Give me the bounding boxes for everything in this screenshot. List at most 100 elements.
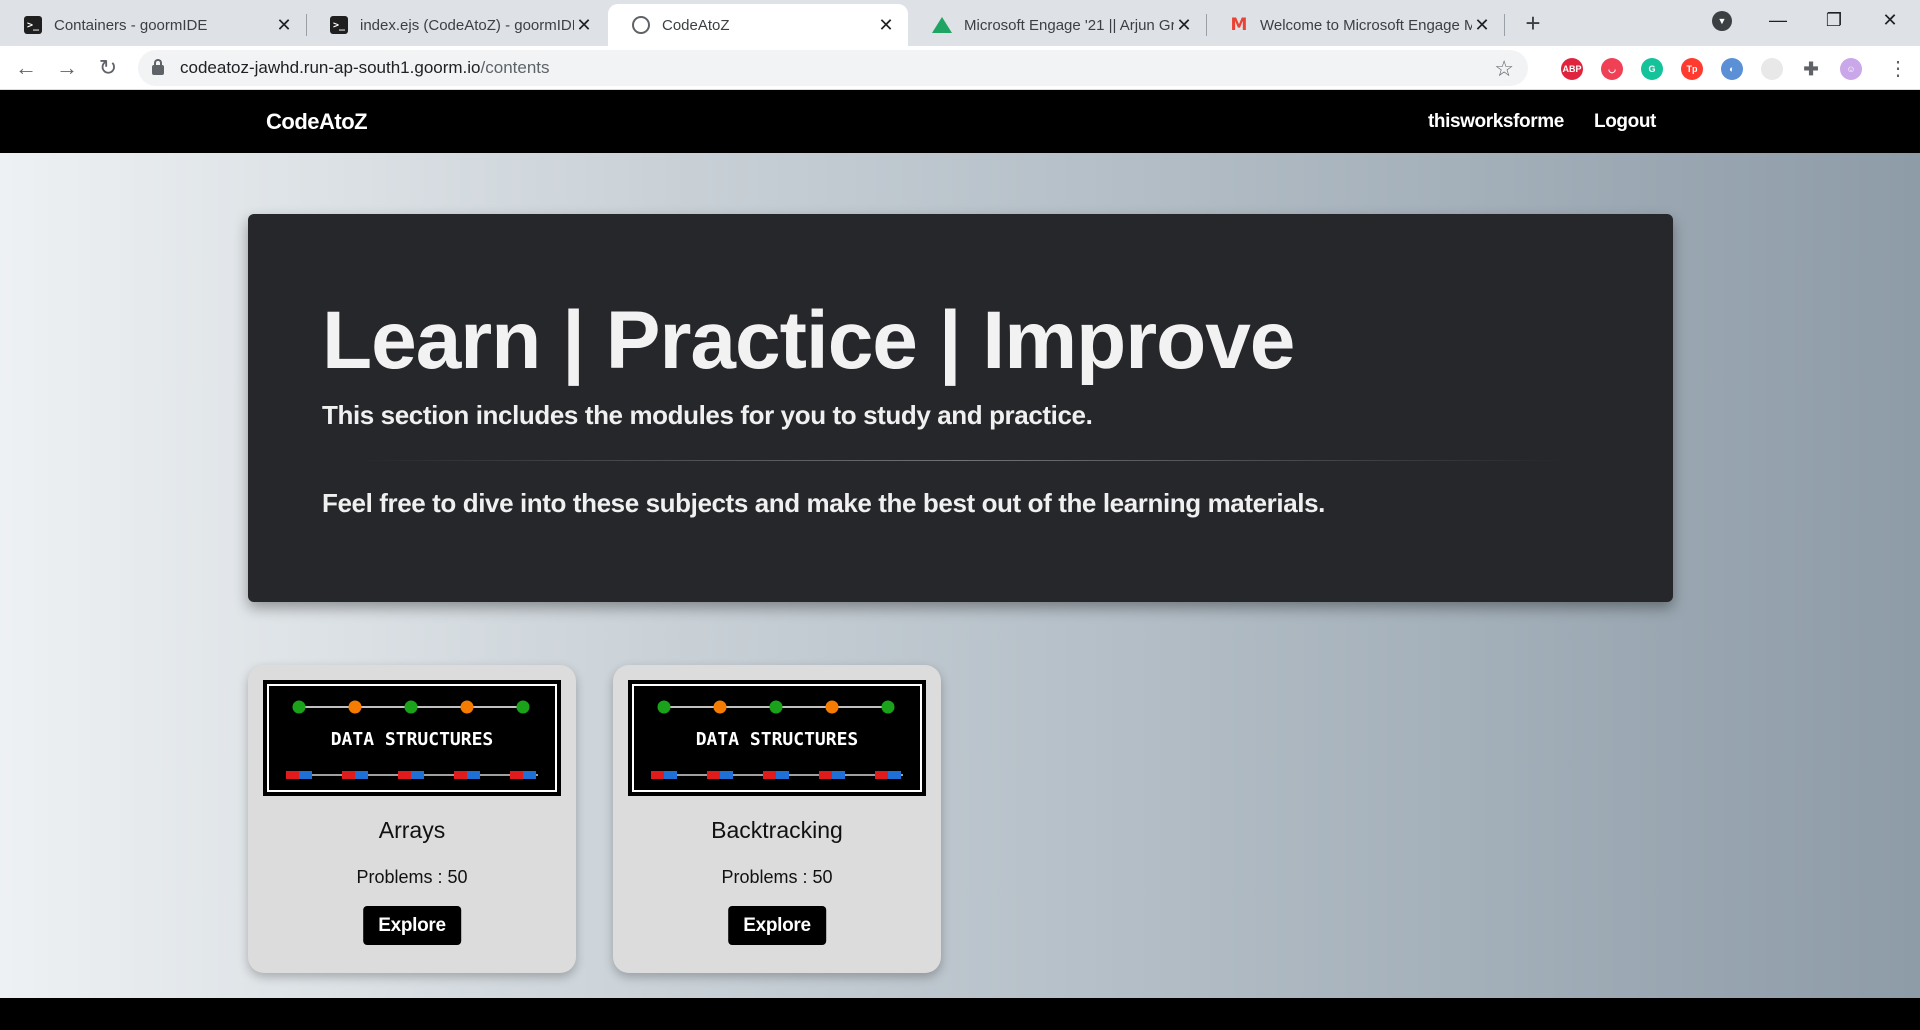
banner-caption: DATA STRUCTURES [331,729,494,750]
hero-title: Learn | Practice | Improve [322,295,1295,386]
list-node-blue [355,771,368,779]
data-structures-banner-image: DATA STRUCTURES [263,680,561,796]
graph-node-dot [348,700,362,714]
tab-divider [1504,14,1505,36]
tab-title: CodeAtoZ [662,16,730,34]
tab-codeatoz[interactable]: CodeAtoZ ✕ [608,4,908,46]
google-drive-icon [932,17,952,33]
explore-button[interactable]: Explore [728,906,826,945]
terminal-icon: >_ [24,16,42,34]
gmail-icon: M [1230,15,1248,35]
list-node-red [286,771,299,779]
tab-title: Containers - goormIDE [54,16,208,34]
graph-node-dot [292,700,306,714]
module-card-backtracking: DATA STRUCTURES Backtracking Problems : … [613,665,941,973]
close-icon[interactable]: ✕ [274,15,294,35]
graph-node-dot [769,700,783,714]
graph-node-dot [713,700,727,714]
hero-description: Feel free to dive into these subjects an… [322,488,1325,518]
hero-divider [356,460,1566,461]
list-node-red [398,771,411,779]
list-node-red [651,771,664,779]
list-node-blue [523,771,536,779]
minimize-icon[interactable]: — [1750,0,1806,40]
restore-icon[interactable]: ❐ [1806,0,1862,40]
tab-microsoft-engage-drive[interactable]: Microsoft Engage '21 || Arjun Gro ✕ [908,4,1206,46]
module-card-arrays: DATA STRUCTURES Arrays Problems : 50 Exp… [248,665,576,973]
list-node-red [342,771,355,779]
hero-subtitle: This section includes the modules for yo… [322,400,1093,430]
tab-index-ejs[interactable]: >_ index.ejs (CodeAtoZ) - goormIDE ✕ [306,4,606,46]
data-structures-banner-image: DATA STRUCTURES [628,680,926,796]
list-node-red [454,771,467,779]
list-node-blue [776,771,789,779]
graph-node-dot [657,700,671,714]
browser-tab-strip: >_ Containers - goormIDE ✕ >_ index.ejs … [0,0,1920,46]
new-tab-plus-icon[interactable]: + [1518,8,1548,38]
url-host: codeatoz-jawhd.run-ap-south1.goorm.io [180,58,481,77]
address-bar[interactable]: codeatoz-jawhd.run-ap-south1.goorm.io/co… [138,50,1528,86]
list-node-blue [299,771,312,779]
profile-avatar[interactable]: ☺ [1840,58,1862,80]
forward-arrow-icon[interactable]: → [51,52,83,84]
list-node-red [819,771,832,779]
card-problem-count: Problems : 50 [356,867,468,887]
graph-node-dot [404,700,418,714]
card-title: Arrays [378,817,446,843]
graph-node-dot [460,700,474,714]
tab-title: Welcome to Microsoft Engage M [1260,16,1472,34]
window-close-icon[interactable]: ✕ [1862,0,1918,40]
tab-welcome-gmail[interactable]: M Welcome to Microsoft Engage M ✕ [1206,4,1504,46]
list-node-blue [664,771,677,779]
brand-logo[interactable]: CodeAtoZ [266,109,368,135]
list-node-red [875,771,888,779]
list-node-red [707,771,720,779]
extensions-puzzle-icon[interactable]: ✚ [1800,58,1822,80]
reload-icon[interactable]: ↻ [92,52,124,84]
nav-logout-link[interactable]: Logout [1594,111,1656,133]
url-path: /contents [480,58,550,77]
list-node-blue [411,771,424,779]
list-node-blue [888,771,901,779]
page-viewport: CodeAtoZ thisworksforme Logout Learn | P… [0,90,1920,1030]
banner-caption: DATA STRUCTURES [696,729,859,750]
close-icon[interactable]: ✕ [1472,15,1492,35]
close-icon[interactable]: ✕ [574,15,594,35]
list-node-blue [832,771,845,779]
page-footer [0,998,1920,1030]
pocket-icon[interactable]: ◡ [1601,58,1623,80]
data-structures-illustration: DATA STRUCTURES [286,700,538,779]
tab-title: Microsoft Engage '21 || Arjun Gro [964,16,1174,34]
url-text[interactable]: codeatoz-jawhd.run-ap-south1.goorm.io/co… [180,58,550,78]
list-node-blue [467,771,480,779]
terminal-icon: >_ [330,16,348,34]
tab-search-icon[interactable]: ▼ [1712,11,1732,31]
grammarly-icon[interactable]: G [1641,58,1663,80]
graph-node-dot [825,700,839,714]
graph-node-dot [881,700,895,714]
lock-icon[interactable] [152,59,164,75]
list-node-blue [720,771,733,779]
close-icon[interactable]: ✕ [876,15,896,35]
app-navbar: CodeAtoZ thisworksforme Logout [0,90,1920,153]
card-title: Backtracking [711,817,843,843]
close-icon[interactable]: ✕ [1174,15,1194,35]
list-node-red [763,771,776,779]
adblock-plus-icon[interactable]: ABP [1561,58,1583,80]
browser-menu-icon[interactable]: ⋮ [1888,54,1908,82]
tab-containers[interactable]: >_ Containers - goormIDE ✕ [0,4,306,46]
list-node-red [510,771,523,779]
nav-username-link[interactable]: thisworksforme [1428,111,1564,133]
graph-node-dot [516,700,530,714]
tp-extension-icon[interactable]: Tp [1681,58,1703,80]
data-structures-illustration: DATA STRUCTURES [651,700,903,779]
hero-jumbotron: Learn | Practice | Improve This section … [248,214,1673,602]
globe-icon [632,16,650,34]
bookmark-star-icon[interactable]: ☆ [1494,56,1514,82]
explore-button[interactable]: Explore [363,906,461,945]
browser-toolbar: ← → ↻ codeatoz-jawhd.run-ap-south1.goorm… [0,46,1920,90]
back-arrow-icon[interactable]: ← [10,52,42,84]
tab-title: index.ejs (CodeAtoZ) - goormIDE [360,16,574,34]
privacy-extension-icon[interactable]: ◐ [1721,58,1743,80]
blank-extension-icon[interactable] [1761,58,1783,80]
